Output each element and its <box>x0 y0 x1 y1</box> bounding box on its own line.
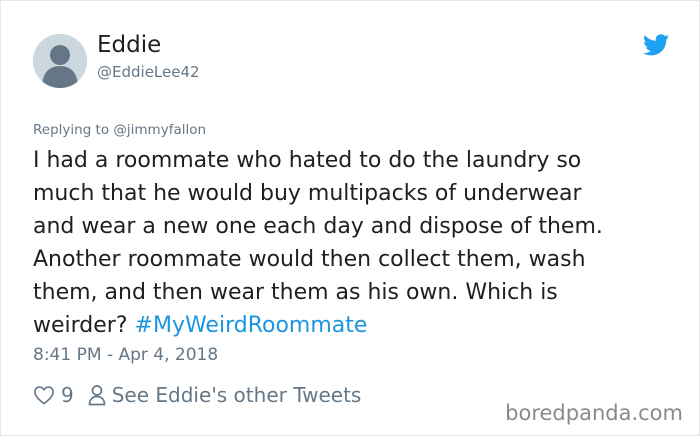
tweet-text-line: and wear a new one each day and dispose … <box>33 214 603 239</box>
replying-to-handle[interactable]: @jimmyfallon <box>113 122 206 138</box>
like-count[interactable]: 9 <box>61 383 74 407</box>
other-tweets-link[interactable]: See Eddie's other Tweets <box>112 383 362 407</box>
twitter-bird-icon[interactable] <box>643 34 669 56</box>
tweet-text-line: much that he would buy multipacks of und… <box>33 181 582 206</box>
replying-to: Replying to @jimmyfallon <box>33 122 206 138</box>
tweet-actions: 9 See Eddie's other Tweets <box>33 381 361 409</box>
tweet-text: I had a roommate who hated to do the lau… <box>33 144 683 342</box>
tweet-card: Eddie @EddieLee42 Replying to @jimmyfall… <box>0 0 700 436</box>
replying-to-label: Replying to <box>33 122 110 138</box>
person-icon[interactable] <box>88 384 106 406</box>
avatar[interactable] <box>33 34 87 88</box>
tweet-text-line: weirder? <box>33 313 128 338</box>
author-handle[interactable]: @EddieLee42 <box>97 63 200 81</box>
tweet-text-line: them, and then wear them as his own. Whi… <box>33 280 558 305</box>
tweet-timestamp[interactable]: 8:41 PM - Apr 4, 2018 <box>33 345 218 365</box>
author-name[interactable]: Eddie <box>97 32 161 58</box>
default-avatar-icon <box>33 34 87 88</box>
tweet-text-last-line: weirder? #MyWeirdRoommate <box>33 309 683 342</box>
watermark: boredpanda.com <box>505 401 683 425</box>
hashtag-link[interactable]: #MyWeirdRoommate <box>135 313 368 338</box>
heart-icon[interactable] <box>33 385 55 405</box>
tweet-text-line: I had a roommate who hated to do the lau… <box>33 148 582 173</box>
tweet-text-line: Another roommate would then collect them… <box>33 247 586 272</box>
